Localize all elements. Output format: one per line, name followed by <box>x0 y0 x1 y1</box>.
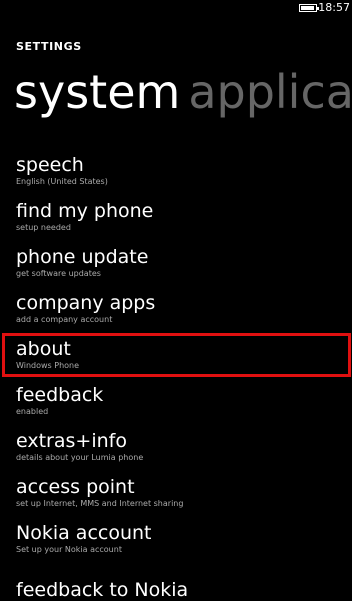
menu-item-extras-info[interactable]: extras+info details about your Lumia pho… <box>0 424 352 470</box>
menu-item-feedback[interactable]: feedback enabled <box>0 378 352 424</box>
menu-item-subtitle: set up Internet, MMS and Internet sharin… <box>16 499 184 508</box>
pivot-header: system applica <box>14 65 352 119</box>
menu-item-title: Nokia account <box>16 522 152 544</box>
battery-fill <box>301 6 314 10</box>
menu-item-subtitle: add a company account <box>16 315 113 324</box>
clock: 18:57 <box>318 1 350 14</box>
menu-item-company-apps[interactable]: company apps add a company account <box>0 286 352 332</box>
menu-item-subtitle: English (United States) <box>16 177 108 186</box>
menu-item-subtitle: setup needed <box>16 223 71 232</box>
menu-item-title: phone update <box>16 246 149 268</box>
pivot-system[interactable]: system <box>14 65 180 119</box>
menu-item-speech[interactable]: speech English (United States) <box>0 148 352 194</box>
menu-item-title: speech <box>16 154 84 176</box>
menu-item-about[interactable]: about Windows Phone <box>0 332 352 378</box>
menu-item-subtitle: Windows Phone <box>16 361 80 370</box>
menu-item-nokia-account[interactable]: Nokia account Set up your Nokia account <box>0 516 352 562</box>
battery-icon <box>299 4 319 12</box>
settings-list: speech English (United States) find my p… <box>0 148 352 562</box>
menu-item-subtitle: enabled <box>16 407 49 416</box>
menu-item-title: company apps <box>16 292 156 314</box>
menu-item-subtitle: get software updates <box>16 269 101 278</box>
menu-item-feedback-to-nokia[interactable]: feedback to Nokia <box>16 580 188 601</box>
menu-item-title: about <box>16 338 71 360</box>
menu-item-subtitle: details about your Lumia phone <box>16 453 144 462</box>
pivot-applications[interactable]: applica <box>188 65 352 119</box>
menu-item-access-point[interactable]: access point set up Internet, MMS and In… <box>0 470 352 516</box>
menu-item-find-my-phone[interactable]: find my phone setup needed <box>0 194 352 240</box>
menu-item-phone-update[interactable]: phone update get software updates <box>0 240 352 286</box>
menu-item-subtitle: Set up your Nokia account <box>16 545 122 554</box>
menu-item-title: extras+info <box>16 430 127 452</box>
status-bar: 18:57 <box>232 0 352 24</box>
section-title: SETTINGS <box>16 40 82 53</box>
menu-item-title: feedback <box>16 384 104 406</box>
menu-item-title: access point <box>16 476 135 498</box>
menu-item-title: find my phone <box>16 200 154 222</box>
